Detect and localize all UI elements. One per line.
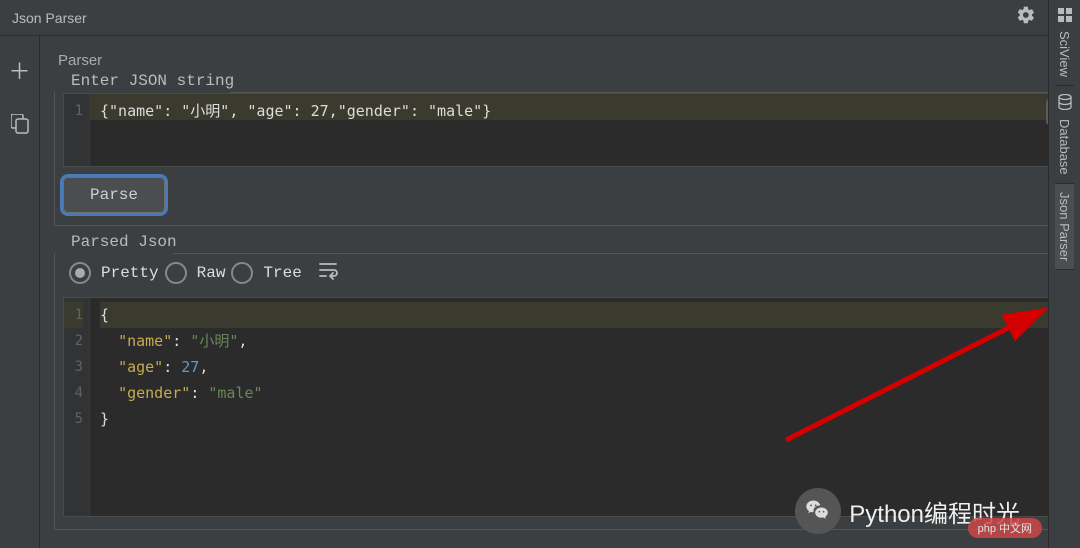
grid-icon xyxy=(1058,8,1072,25)
dock-label-sciview: SciView xyxy=(1057,31,1072,77)
dock-tab-database[interactable]: Database xyxy=(1055,86,1074,184)
wrap-icon[interactable] xyxy=(318,260,340,285)
radio-raw-label: Raw xyxy=(197,264,226,282)
dock-label-json-parser: Json Parser xyxy=(1057,192,1072,261)
content-panel: Parser Enter JSON string 1 {"name": "小明"… xyxy=(40,36,1080,548)
app-title: Json Parser xyxy=(12,10,87,26)
radio-pretty[interactable] xyxy=(69,262,91,284)
left-rail: ＋ xyxy=(0,36,40,548)
copy-icon[interactable] xyxy=(11,114,29,132)
database-icon xyxy=(1058,94,1072,113)
input-gutter: 1 xyxy=(64,94,90,166)
title-bar: Json Parser xyxy=(0,0,1080,36)
radio-tree-label: Tree xyxy=(263,264,301,282)
dock-tab-sciview[interactable]: SciView xyxy=(1055,0,1074,86)
parse-button[interactable]: Parse xyxy=(63,177,165,213)
output-lines: { "name": "小明", "age": 27, "gender": "ma… xyxy=(90,298,1058,516)
add-icon[interactable]: ＋ xyxy=(8,54,30,86)
dock-label-database: Database xyxy=(1057,119,1072,175)
input-lines: {"name": "小明", "age": 27,"gender": "male… xyxy=(90,94,1058,166)
radio-pretty-label: Pretty xyxy=(101,264,159,282)
json-output[interactable]: 12345 { "name": "小明", "age": 27, "gender… xyxy=(63,297,1059,517)
output-gutter: 12345 xyxy=(64,298,90,516)
input-fieldset: Enter JSON string 1 {"name": "小明", "age"… xyxy=(54,83,1068,226)
radio-raw[interactable] xyxy=(165,262,187,284)
output-legend: Parsed Json xyxy=(65,233,183,251)
gear-icon[interactable] xyxy=(1016,5,1036,30)
json-input[interactable]: 1 {"name": "小明", "age": 27,"gender": "ma… xyxy=(63,93,1059,167)
input-legend: Enter JSON string xyxy=(65,72,240,90)
view-toggle: Pretty Raw Tree xyxy=(63,254,1059,297)
right-dock: SciView Database Json Parser xyxy=(1048,0,1080,548)
wechat-icon xyxy=(795,488,841,534)
radio-tree[interactable] xyxy=(231,262,253,284)
dock-tab-json-parser[interactable]: Json Parser xyxy=(1055,184,1074,270)
php-pill: php 中文网 xyxy=(968,518,1042,538)
